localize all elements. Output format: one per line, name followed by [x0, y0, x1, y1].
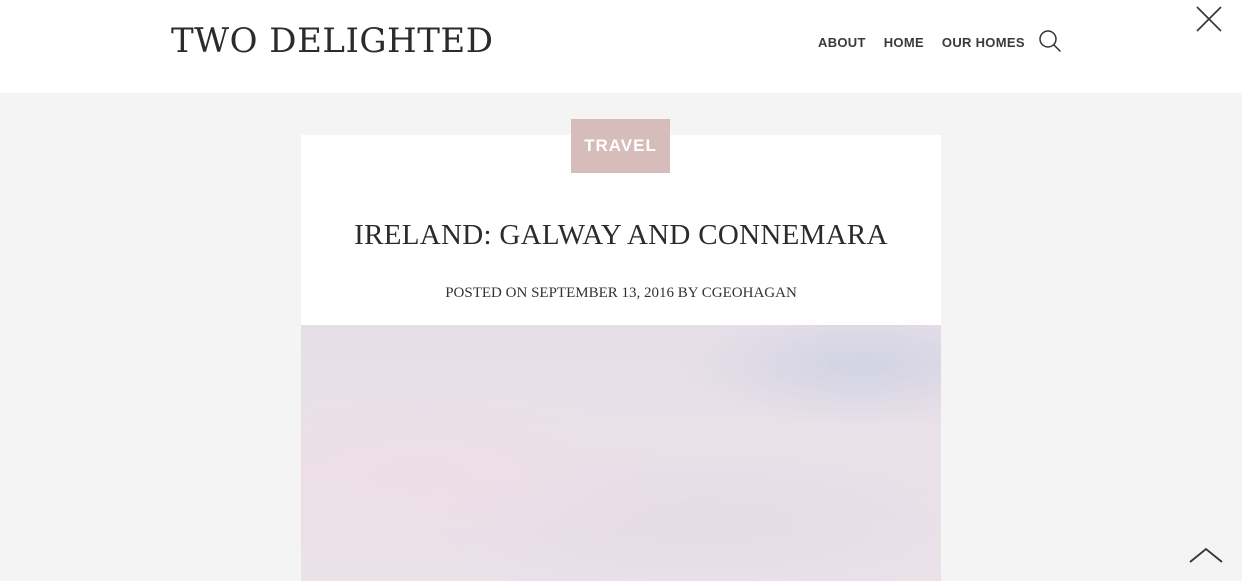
site-header: TWO DELIGHTED ABOUT HOME OUR HOMES	[0, 0, 1242, 93]
post-card: IRELAND: GALWAY AND CONNEMARA POSTED ON …	[301, 135, 941, 581]
search-icon[interactable]	[1038, 29, 1062, 53]
post-date[interactable]: SEPTEMBER 13, 2016	[531, 285, 674, 301]
by-label: BY	[677, 285, 699, 301]
close-icon[interactable]	[1195, 5, 1223, 33]
post-author[interactable]: CGEOHAGAN	[702, 285, 797, 301]
nav-item-about[interactable]: ABOUT	[818, 35, 866, 50]
chevron-up-icon[interactable]	[1188, 545, 1224, 565]
post-meta: POSTED ON SEPTEMBER 13, 2016 BY CGEOHAGA…	[301, 284, 941, 302]
main-nav: ABOUT HOME OUR HOMES	[818, 33, 1025, 51]
nav-item-home[interactable]: HOME	[884, 35, 924, 50]
category-badge[interactable]: TRAVEL	[571, 119, 670, 173]
featured-image[interactable]	[301, 325, 941, 581]
nav-item-our-homes[interactable]: OUR HOMES	[942, 35, 1025, 50]
posted-on-label: POSTED ON	[445, 285, 528, 301]
post-title[interactable]: IRELAND: GALWAY AND CONNEMARA	[301, 217, 941, 253]
site-title[interactable]: TWO DELIGHTED	[171, 18, 493, 64]
